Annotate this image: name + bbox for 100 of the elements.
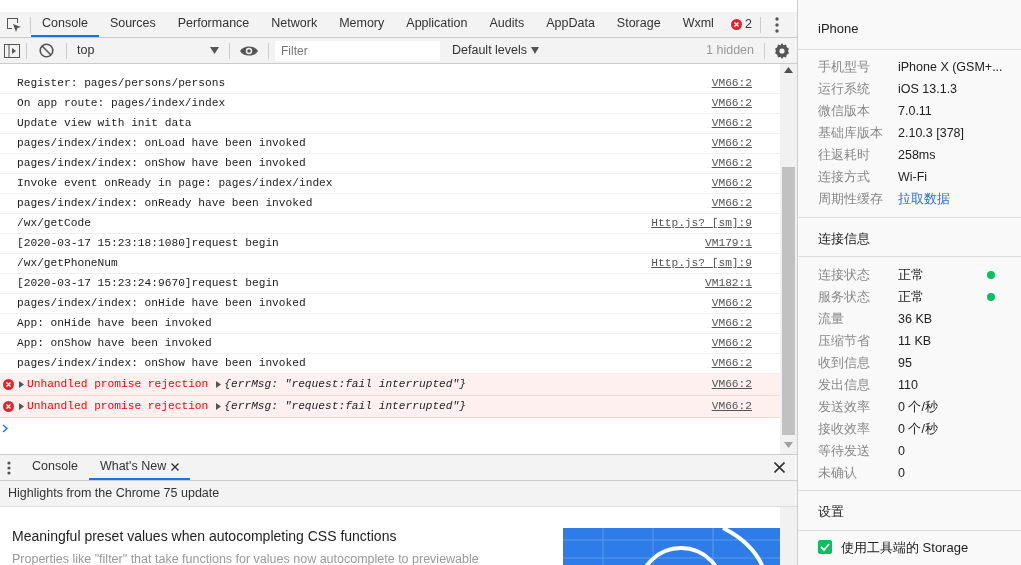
source-link[interactable]: Http.js? [sm]:9 [651,215,752,232]
source-link[interactable]: VM66:2 [711,155,752,172]
log-message: pages/index/index: onReady have been invoked [17,196,313,212]
source-link[interactable]: VM66:2 [711,95,752,112]
panel-tab[interactable]: Wxml [671,12,725,37]
log-message: Update view with init data [17,116,192,132]
panel-tab[interactable]: Storage [605,12,672,37]
log-message: App: onShow have been invoked [17,336,212,352]
panel-tab[interactable]: Network [260,12,329,37]
expand-arrow-icon[interactable] [216,403,222,410]
info-value: 0 [898,464,906,482]
info-label: 微信版本 [818,103,871,121]
section-title: 连接信息 [798,217,1021,257]
error-icon [730,19,742,30]
clear-console-icon[interactable] [39,43,54,58]
section-title: iPhone [798,0,1021,50]
drawer-menu-icon[interactable] [7,460,11,475]
info-label: 流量 [818,310,845,328]
panel-tab[interactable]: Performance [166,12,261,37]
more-menu-icon[interactable] [774,17,779,33]
source-link[interactable]: VM66:2 [711,315,752,332]
inspect-icon[interactable] [6,17,22,33]
panel-tab[interactable]: AppData [535,12,606,37]
info-value: 正常 [898,266,925,284]
hidden-count: 1 hidden [705,42,755,60]
info-label: 服务状态 [818,288,871,306]
info-value: iPhone X (GSM+... [898,59,1004,77]
panel-tab[interactable]: Application [395,12,479,37]
info-value: Wi-Fi [898,169,929,187]
info-label: 发出信息 [818,376,871,394]
expand-arrow-icon[interactable] [19,403,24,410]
source-link[interactable]: VM66:2 [711,376,752,393]
expand-arrow-icon[interactable] [216,381,222,388]
info-label: 连接方式 [818,169,871,187]
log-message: [2020-03-17 15:23:18:1080]request begin [17,236,279,252]
info-value: 110 [898,376,919,394]
context-dropdown[interactable]: top [73,41,223,60]
panel-tab[interactable]: Audits [478,12,536,37]
info-label: 往返耗时 [818,147,871,165]
source-link[interactable]: VM66:2 [711,398,752,415]
checkbox[interactable] [818,540,832,555]
error-icon [3,379,14,390]
drawer-header: Highlights from the Chrome 75 update [8,485,220,503]
panel-tab[interactable]: Sources [98,12,167,37]
info-label: 基础库版本 [818,125,884,143]
source-link[interactable]: VM66:2 [711,115,752,132]
log-message: pages/index/index: onLoad have been invoked [17,136,306,152]
fetch-data-link[interactable]: 拉取数据 [898,190,1021,209]
info-label: 运行系统 [818,81,871,99]
info-label: 周期性缓存 [818,191,884,209]
sidebar-toggle-icon[interactable] [4,43,20,58]
close-icon[interactable] [774,462,785,473]
info-value: 0 [898,442,906,460]
log-message: Invoke event onReady in page: pages/index/index [17,176,333,192]
source-link[interactable]: VM66:2 [711,335,752,352]
close-icon[interactable] [171,462,180,471]
log-message: Unhandled promise rejection [27,377,209,393]
source-link[interactable]: VM66:2 [711,175,752,192]
filter-field[interactable]: Filter [275,40,440,61]
expand-arrow-icon[interactable] [19,381,24,388]
log-message: /wx/getPhoneNum [17,256,118,272]
error-detail: {errMsg: "request:fail interrupted"} [224,377,466,393]
info-label: 手机型号 [818,59,871,77]
log-message: pages/index/index: onShow have been invoked [17,356,306,372]
drawer-tab[interactable]: Console [21,455,89,480]
article-title: Meaningful preset values when autocompleting CSS functions [12,527,398,546]
source-link[interactable]: Http.js? [sm]:9 [651,255,752,272]
eye-icon[interactable] [240,44,258,57]
article-description: Properties like "filter" that take functions for values now autocomplete to previewable [12,551,480,565]
source-link[interactable]: VM182:1 [705,275,752,292]
levels-dropdown[interactable]: Default levels [452,41,540,60]
info-label: 收到信息 [818,354,871,372]
error-count-badge[interactable]: 2 [730,12,752,37]
section-title: 设置 [798,491,1021,531]
info-label: 接收效率 [818,420,871,438]
log-message: pages/index/index: onHide have been invoked [17,296,306,312]
scrollbar-thumb[interactable] [782,167,795,435]
log-message: Register: pages/persons/persons [17,76,226,92]
log-message: /wx/getCode [17,216,91,232]
prompt-icon[interactable] [2,423,8,433]
log-message: [2020-03-17 15:23:24:9670]request begin [17,276,279,292]
error-count: 2 [744,16,752,34]
source-link[interactable]: VM66:2 [711,135,752,152]
scrollbar-track[interactable] [780,507,797,565]
source-link[interactable]: VM66:2 [711,195,752,212]
info-value: 0 个/秒 [898,398,939,416]
source-link[interactable]: VM66:2 [711,75,752,92]
log-message: pages/index/index: onShow have been invoked [17,156,306,172]
info-value: 7.0.11 [898,103,933,121]
panel-tab[interactable]: Memory [328,12,396,37]
source-link[interactable]: VM179:1 [705,235,752,252]
source-link[interactable]: VM66:2 [711,295,752,312]
scroll-up-icon[interactable] [784,67,793,73]
info-value: 11 KB [898,332,933,350]
info-value: 36 KB [898,310,934,328]
settings-icon[interactable] [774,42,790,59]
log-message: On app route: pages/index/index [17,96,226,112]
info-label: 等待发送 [818,442,871,460]
source-link[interactable]: VM66:2 [711,355,752,372]
info-value: 2.10.3 [378] [898,125,966,143]
